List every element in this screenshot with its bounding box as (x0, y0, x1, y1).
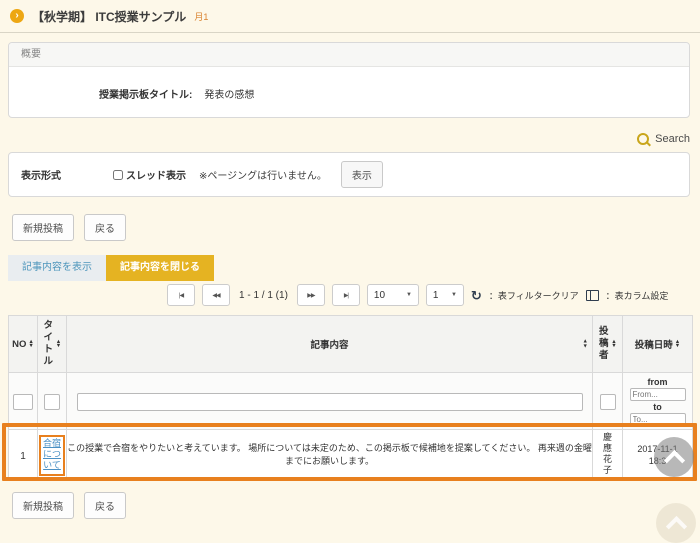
filter-no-input[interactable] (13, 394, 33, 410)
scroll-to-top-ghost (656, 503, 696, 543)
overview-panel-title: 概要 (9, 43, 689, 67)
search-link[interactable]: Search (637, 133, 690, 145)
col-header-content: 記事内容 ▲▼ (67, 316, 593, 373)
filter-clear-icon[interactable]: ↻ (471, 289, 482, 302)
board-title-label: 授業掲示板タイトル: (99, 86, 192, 101)
display-format-panel: 表示形式 スレッド表示 ※ページングは行いません。 表示 (8, 152, 690, 197)
filter-content-input[interactable] (77, 393, 583, 411)
tab-show-content[interactable]: 記事内容を表示 (8, 255, 106, 281)
overview-panel: 概要 授業掲示板タイトル: 発表の感想 (8, 42, 690, 118)
col-label-content: 記事内容 (310, 340, 348, 351)
bottom-actions: 新規投稿 戻る (12, 492, 126, 519)
col-header-no: NO ▲▼ (9, 316, 38, 373)
post-title-link[interactable]: 合宿について (43, 438, 61, 471)
chevron-down-icon: ▼ (406, 292, 412, 298)
search-icon (637, 133, 649, 145)
filter-from-label: from (648, 377, 668, 387)
col-header-date: 投稿日時 ▲▼ (623, 316, 693, 373)
page-range-label: 1 - 1 / 1 (1) (239, 290, 288, 301)
col-label-date: 投稿日時 (635, 337, 673, 351)
table-filter-row: from to (9, 373, 693, 430)
thread-display-label: スレッド表示 (126, 167, 186, 182)
scroll-to-top-button[interactable] (654, 437, 694, 477)
back-button[interactable]: 戻る (84, 214, 126, 241)
chevron-right-icon[interactable]: › (10, 9, 24, 23)
chevron-up-icon (663, 449, 684, 470)
filter-title-input[interactable] (44, 394, 60, 410)
page-header: › 【秋学期】 ITC授業サンプル 月1 (0, 0, 700, 33)
paging-note: ※ページングは行いません。 (199, 167, 327, 182)
column-settings-label: ：表カラム設定 (606, 289, 669, 302)
sort-icon[interactable]: ▲▼ (675, 340, 680, 349)
first-page-button[interactable]: |◀ (167, 284, 195, 306)
table-header-row: NO ▲▼ タイトル ▲▼ 記事内容 ▲▼ 投稿者 ▲▼ 投稿日時 ▲▼ (9, 316, 693, 373)
new-post-button[interactable]: 新規投稿 (12, 492, 74, 519)
search-label: Search (655, 133, 690, 145)
filter-date-to-input[interactable] (630, 413, 686, 426)
filter-to-label: to (653, 402, 662, 412)
page-number-value: 1 (433, 290, 439, 301)
posts-table: NO ▲▼ タイトル ▲▼ 記事内容 ▲▼ 投稿者 ▲▼ 投稿日時 ▲▼ (8, 315, 693, 481)
page-number-select[interactable]: 1 ▼ (426, 284, 464, 306)
post-title-highlight: 合宿について (39, 435, 65, 476)
display-button[interactable]: 表示 (341, 161, 383, 188)
column-settings-icon[interactable] (586, 290, 599, 301)
content-tabs: 記事内容を表示 記事内容を閉じる (8, 255, 214, 281)
chevron-down-icon: ▼ (451, 292, 457, 298)
sort-icon[interactable]: ▲▼ (611, 340, 616, 349)
period-badge: 月1 (194, 10, 208, 23)
page-title: 【秋学期】 ITC授業サンプル (32, 8, 186, 25)
page-size-value: 10 (374, 290, 385, 301)
thread-display-checkbox[interactable] (113, 170, 123, 180)
col-label-poster: 投稿者 (598, 326, 609, 362)
page-size-select[interactable]: 10 ▼ (367, 284, 419, 306)
sort-icon[interactable]: ▲▼ (583, 340, 588, 349)
sort-icon[interactable]: ▲▼ (28, 340, 33, 349)
next-page-button[interactable]: ▶▶ (297, 284, 325, 306)
board-title-value: 発表の感想 (204, 86, 254, 101)
col-header-title: タイトル ▲▼ (38, 316, 67, 373)
back-button[interactable]: 戻る (84, 492, 126, 519)
col-label-no: NO (12, 339, 26, 350)
filter-date-from-input[interactable] (630, 388, 686, 401)
top-actions: 新規投稿 戻る (12, 214, 126, 241)
display-format-label: 表示形式 (21, 167, 113, 182)
col-label-title: タイトル (43, 320, 54, 368)
tab-hide-content[interactable]: 記事内容を閉じる (106, 255, 214, 281)
col-header-poster: 投稿者 ▲▼ (593, 316, 623, 373)
prev-page-button[interactable]: ◀◀ (202, 284, 230, 306)
post-content: この授業で合宿をやりたいと考えています。 場所については未定のため、この掲示板で… (67, 430, 593, 481)
sort-icon[interactable]: ▲▼ (56, 340, 61, 349)
last-page-button[interactable]: ▶| (332, 284, 360, 306)
post-no: 1 (20, 451, 26, 462)
filter-clear-label: ：表フィルタークリア (489, 289, 579, 302)
filter-poster-input[interactable] (600, 394, 616, 410)
table-row: 1 合宿について この授業で合宿をやりたいと考えています。 場所については未定の… (9, 430, 693, 481)
post-author: 慶應花子 (602, 432, 614, 476)
new-post-button[interactable]: 新規投稿 (12, 214, 74, 241)
pagination-bar: |◀ ◀◀ 1 - 1 / 1 (1) ▶▶ ▶| 10 ▼ 1 ▼ ↻ ：表フ… (167, 284, 668, 306)
